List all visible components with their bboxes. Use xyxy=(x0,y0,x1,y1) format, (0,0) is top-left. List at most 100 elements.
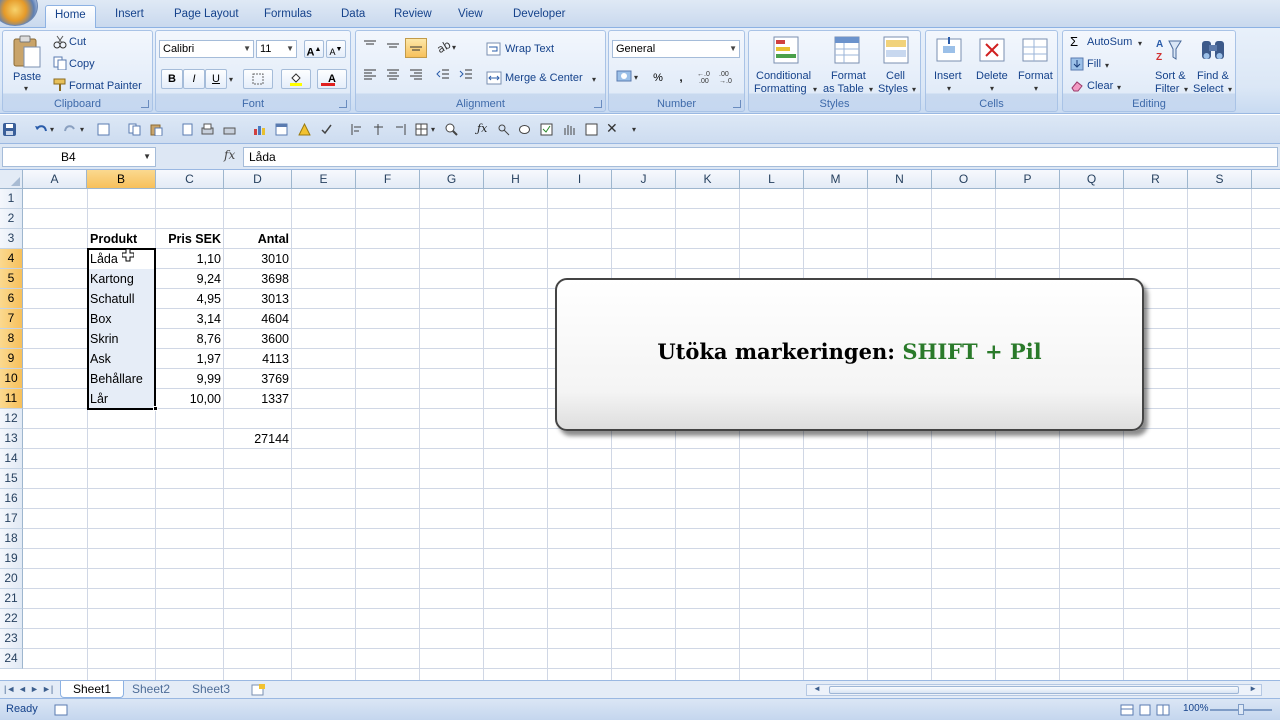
row-header-2[interactable]: 2 xyxy=(0,209,23,229)
tab-page-layout[interactable]: Page Layout xyxy=(165,5,248,28)
grid-icon[interactable] xyxy=(415,123,428,136)
header-pris[interactable]: Pris SEK xyxy=(156,229,223,249)
row-header-11[interactable]: 11 xyxy=(0,389,23,409)
row-header-9[interactable]: 9 xyxy=(0,349,23,369)
grid-dropdown-icon[interactable]: ▾ xyxy=(431,125,435,134)
paste-button[interactable]: Paste ▾ xyxy=(7,33,47,95)
format-cells-button[interactable]: Format ▾ xyxy=(1014,33,1058,95)
insert-cells-button[interactable]: Insert ▾ xyxy=(929,33,971,95)
warning-icon[interactable] xyxy=(298,123,311,136)
paste-icon[interactable] xyxy=(150,123,163,136)
shape-icon[interactable] xyxy=(518,123,531,136)
row-header-10[interactable]: 10 xyxy=(0,369,23,389)
delete-cells-button[interactable]: Delete ▾ xyxy=(972,33,1014,95)
row-header-1[interactable]: 1 xyxy=(0,189,23,209)
row-header-8[interactable]: 8 xyxy=(0,329,23,349)
cell-d6[interactable]: 3013 xyxy=(224,289,291,309)
cell-d5[interactable]: 3698 xyxy=(224,269,291,289)
align-right-button[interactable] xyxy=(405,67,427,87)
conditional-formatting-button[interactable]: Conditional Formatting ▾ xyxy=(752,33,822,95)
fill-color-button[interactable] xyxy=(281,69,311,89)
scroll-right-icon[interactable]: ► xyxy=(1249,684,1257,693)
column-header-l[interactable]: L xyxy=(740,170,804,189)
cell-c4[interactable]: 1,10 xyxy=(156,249,223,269)
align-right-icon[interactable] xyxy=(394,123,407,136)
select-all-button[interactable] xyxy=(0,170,23,189)
print-icon[interactable] xyxy=(201,123,214,136)
cut-button[interactable]: Cut xyxy=(69,36,86,48)
row-header-13[interactable]: 13 xyxy=(0,429,23,449)
column-header-d[interactable]: D xyxy=(224,170,292,189)
column-header-g[interactable]: G xyxy=(420,170,484,189)
name-box[interactable]: B4 ▼ xyxy=(2,147,156,167)
office-button[interactable] xyxy=(0,0,38,26)
quick-print-icon[interactable] xyxy=(223,123,236,136)
close-icon[interactable]: ✕ xyxy=(606,120,618,137)
scroll-left-icon[interactable]: ◄ xyxy=(813,684,821,693)
row-header-3[interactable]: 3 xyxy=(0,229,23,249)
underline-dropdown-icon[interactable]: ▾ xyxy=(229,75,233,84)
sort-filter-button[interactable]: AZ Sort & Filter ▾ xyxy=(1149,33,1193,95)
cell-c7[interactable]: 3,14 xyxy=(156,309,223,329)
zoom-slider-thumb[interactable] xyxy=(1238,704,1244,715)
align-center-button[interactable] xyxy=(382,67,404,87)
table-icon[interactable] xyxy=(275,123,288,136)
clipboard-launcher-icon[interactable] xyxy=(141,100,149,108)
cell-d9[interactable]: 4113 xyxy=(224,349,291,369)
tab-data[interactable]: Data xyxy=(332,5,374,28)
column-header-c[interactable]: C xyxy=(156,170,224,189)
column-header-j[interactable]: J xyxy=(612,170,676,189)
bold-button[interactable]: B xyxy=(161,69,183,89)
clear-button[interactable]: Clear xyxy=(1087,80,1113,92)
checkbox-icon[interactable] xyxy=(540,123,553,136)
tab-developer[interactable]: Developer xyxy=(504,5,574,28)
orientation-button[interactable]: ab ▾ xyxy=(432,38,462,58)
sheet-tab-sheet1[interactable]: Sheet1 xyxy=(60,681,125,698)
check-icon[interactable] xyxy=(320,123,333,136)
row-header-5[interactable]: 5 xyxy=(0,269,23,289)
insert-function-button[interactable]: fx xyxy=(224,148,235,162)
cell-d8[interactable]: 3600 xyxy=(224,329,291,349)
italic-button[interactable]: I xyxy=(183,69,205,89)
wrap-text-button[interactable]: Wrap Text xyxy=(505,43,554,55)
prev-sheet-icon[interactable]: ◄ xyxy=(18,684,27,694)
comma-style-button[interactable]: , xyxy=(670,68,692,88)
row-header-4[interactable]: 4 xyxy=(0,249,23,269)
row-header-16[interactable]: 16 xyxy=(0,489,23,509)
number-format-select[interactable]: General ▼ xyxy=(612,40,740,58)
column-header-s[interactable]: S xyxy=(1188,170,1252,189)
print-preview-icon[interactable] xyxy=(97,123,110,136)
column-header-f[interactable]: F xyxy=(356,170,420,189)
row-header-14[interactable]: 14 xyxy=(0,449,23,469)
copy-button[interactable]: Copy xyxy=(69,58,95,70)
save-icon[interactable] xyxy=(3,123,16,136)
cell-d13-total[interactable]: 27144 xyxy=(224,429,291,449)
autosum-button[interactable]: AutoSum xyxy=(1087,36,1132,48)
cell-c10[interactable]: 9,99 xyxy=(156,369,223,389)
row-header-21[interactable]: 21 xyxy=(0,589,23,609)
column-header-t[interactable] xyxy=(1252,170,1280,189)
align-left-button[interactable] xyxy=(359,67,381,87)
next-sheet-icon[interactable]: ► xyxy=(30,684,39,694)
fill-handle[interactable] xyxy=(153,406,158,411)
cell-c9[interactable]: 1,97 xyxy=(156,349,223,369)
settings-icon[interactable] xyxy=(585,123,598,136)
redo-dropdown-icon[interactable]: ▾ xyxy=(80,125,84,134)
customize-dropdown-icon[interactable]: ▾ xyxy=(632,125,636,134)
format-painter-button[interactable]: Format Painter xyxy=(69,80,142,92)
copy-icon[interactable] xyxy=(128,123,141,136)
alignment-launcher-icon[interactable] xyxy=(594,100,602,108)
cell-c8[interactable]: 8,76 xyxy=(156,329,223,349)
align-top-button[interactable] xyxy=(359,38,381,58)
cell-c6[interactable]: 4,95 xyxy=(156,289,223,309)
horizontal-scrollbar[interactable]: ◄ ► xyxy=(806,684,1262,696)
align-center-icon[interactable] xyxy=(372,123,385,136)
row-header-18[interactable]: 18 xyxy=(0,529,23,549)
cell-c5[interactable]: 9,24 xyxy=(156,269,223,289)
chart-icon[interactable] xyxy=(253,123,266,136)
row-header-24[interactable]: 24 xyxy=(0,649,23,669)
row-header-15[interactable]: 15 xyxy=(0,469,23,489)
tab-formulas[interactable]: Formulas xyxy=(255,5,321,28)
increase-decimal-button[interactable]: ←.0.00 xyxy=(695,68,717,88)
insert-sheet-icon[interactable] xyxy=(250,683,268,697)
